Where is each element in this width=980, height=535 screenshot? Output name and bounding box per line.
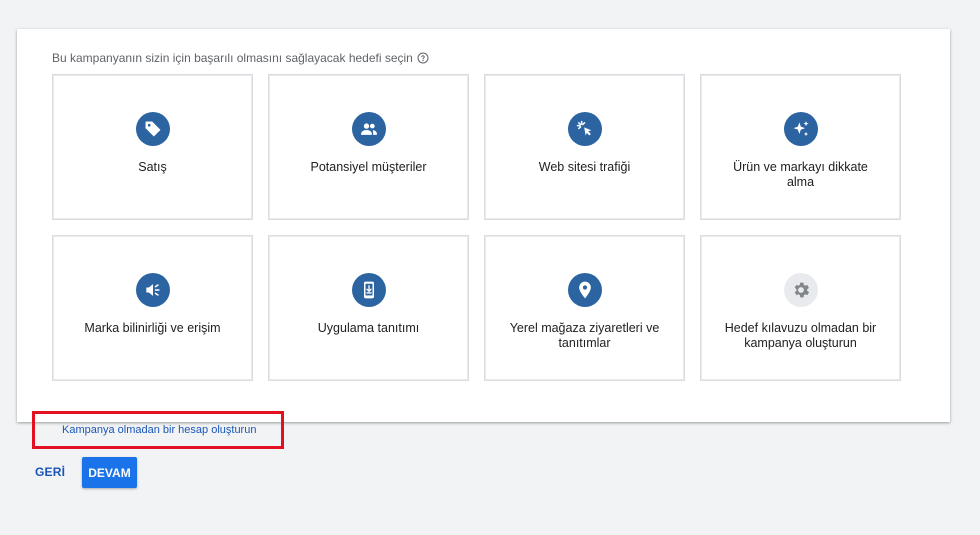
goal-tile-no-guidance[interactable]: Hedef kılavuzu olmadan bir kampanya oluş… — [700, 235, 901, 381]
goal-tile-leads[interactable]: Potansiyel müşteriler — [268, 74, 469, 220]
continue-button[interactable]: DEVAM — [82, 457, 137, 488]
help-circle-icon[interactable] — [417, 52, 429, 64]
account-link-highlight: Kampanya olmadan bir hesap oluşturun — [32, 411, 284, 449]
goal-label: Uygulama tanıtımı — [317, 321, 420, 335]
goal-label: Web sitesi trafiği — [538, 160, 631, 174]
goal-selection-card: Bu kampanyanın sizin için başarılı olmas… — [17, 29, 950, 449]
back-button[interactable]: GERİ — [35, 465, 65, 479]
gear-icon — [783, 273, 818, 307]
goal-prompt-text: Bu kampanyanın sizin için başarılı olmas… — [52, 51, 413, 65]
goal-tile-local-visits[interactable]: Yerel mağaza ziyaretleri ve tanıtımlar — [484, 235, 685, 381]
goal-label: Ürün ve markayı dikkate alma — [733, 160, 868, 189]
tag-icon — [135, 112, 170, 146]
goal-label: Satış — [138, 160, 167, 174]
sparkle-icon — [783, 112, 818, 146]
create-account-without-campaign-link[interactable]: Kampanya olmadan bir hesap oluşturun — [62, 424, 256, 436]
goal-grid: Satış Potansiyel müşteriler Web sitesi t… — [52, 74, 903, 381]
goal-label: Marka bilinirliği ve erişim — [84, 321, 221, 335]
goal-tile-consideration[interactable]: Ürün ve markayı dikkate alma — [700, 74, 901, 220]
goal-label: Potansiyel müşteriler — [310, 160, 427, 174]
goal-label: Yerel mağaza ziyaretleri ve tanıtımlar — [509, 321, 660, 350]
goal-tile-app-promotion[interactable]: Uygulama tanıtımı — [268, 235, 469, 381]
phone-download-icon — [351, 273, 386, 307]
goal-tile-website-traffic[interactable]: Web sitesi trafiği — [484, 74, 685, 220]
goal-tile-sales[interactable]: Satış — [52, 74, 253, 220]
megaphone-icon — [135, 273, 170, 307]
people-icon — [351, 112, 386, 146]
goal-prompt: Bu kampanyanın sizin için başarılı olmas… — [52, 51, 429, 65]
location-pin-icon — [567, 273, 602, 307]
goal-tile-brand-awareness[interactable]: Marka bilinirliği ve erişim — [52, 235, 253, 381]
goal-label: Hedef kılavuzu olmadan bir kampanya oluş… — [724, 321, 877, 350]
cursor-click-icon — [567, 112, 602, 146]
